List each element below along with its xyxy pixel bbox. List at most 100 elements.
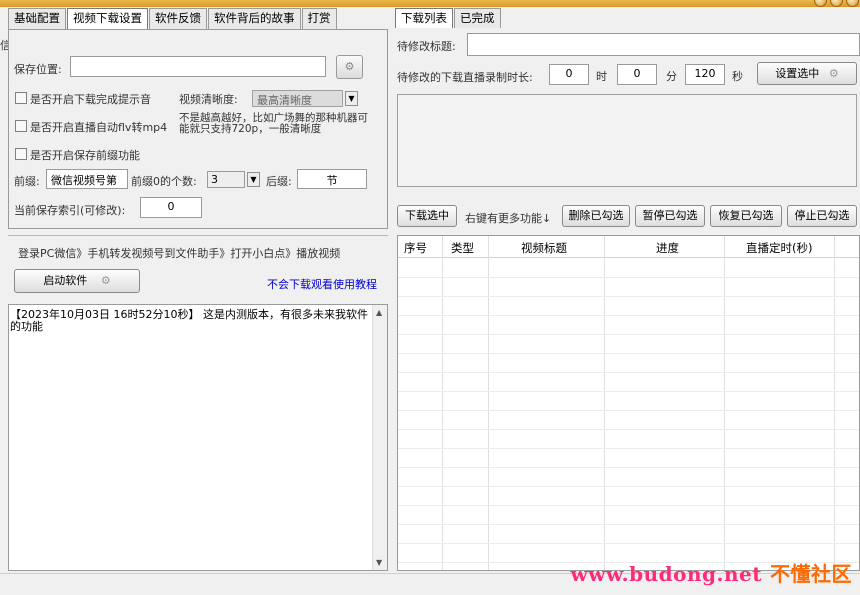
app-window: 信 基础配置 视频下载设置 软件反馈 软件背后的故事 打赏 保存位置: ⚙ 是否…	[0, 7, 860, 595]
tab-donate[interactable]: 打赏	[301, 8, 337, 29]
prefix-zero-chevron-icon[interactable]: ▼	[247, 172, 260, 187]
section-divider	[8, 235, 388, 236]
col-progress[interactable]: 进度	[656, 240, 679, 256]
quality-label: 视频清晰度:	[179, 93, 238, 106]
download-done-sound-checkbox[interactable]	[15, 92, 27, 104]
download-table[interactable]: 序号 类型 视频标题 进度 直播定时(秒)	[397, 235, 860, 571]
apply-selected-label: 设置选中	[775, 67, 820, 80]
col-divider	[604, 236, 605, 570]
seconds-unit: 秒	[732, 70, 743, 83]
row-divider	[398, 277, 859, 278]
tab-completed[interactable]: 已完成	[454, 8, 501, 28]
suffix-label: 后缀:	[266, 175, 292, 188]
row-divider	[398, 505, 859, 506]
row-divider	[398, 467, 859, 468]
col-video-title[interactable]: 视频标题	[521, 240, 567, 256]
tutorial-link[interactable]: 不会下载观看使用教程	[267, 276, 377, 292]
row-divider	[398, 524, 859, 525]
tab-video-download-settings[interactable]: 视频下载设置	[67, 8, 148, 30]
right-panel: 下载列表 已完成 待修改标题: 待修改的下载直播录制时长: 0 时 0 分 12…	[395, 8, 860, 571]
folder-browse-icon: ⚙	[344, 60, 355, 73]
auto-convert-label: 是否开启直播自动flv转mp4	[30, 121, 168, 134]
auto-convert-checkbox[interactable]	[15, 120, 27, 132]
title-bar	[0, 0, 860, 7]
watermark-brand: 不懂社区	[770, 562, 852, 586]
seconds-input[interactable]: 120	[685, 64, 725, 85]
quality-note: 不是越高越好，比如广场舞的那种机器可能就只支持720p，一般清晰度	[179, 112, 368, 135]
prefix-input[interactable]: 微信视频号第	[46, 169, 128, 189]
prefix-toggle-label: 是否开启保存前缀功能	[30, 149, 140, 162]
start-software-label: 启动软件	[43, 274, 88, 287]
log-scrollbar[interactable]: ▲ ▼	[372, 305, 387, 570]
col-type[interactable]: 类型	[451, 240, 474, 256]
close-icon[interactable]	[846, 0, 859, 7]
row-divider	[398, 372, 859, 373]
delete-checked-button[interactable]: 删除已勾选	[562, 205, 630, 227]
settings-gear-icon: ⚙	[100, 274, 111, 287]
tab-feedback[interactable]: 软件反馈	[149, 8, 207, 29]
minutes-input[interactable]: 0	[617, 64, 657, 85]
prefix-checkbox[interactable]	[15, 148, 27, 160]
maximize-icon[interactable]	[830, 0, 843, 7]
scroll-down-arrow-icon[interactable]: ▼	[376, 558, 382, 567]
col-index[interactable]: 序号	[404, 240, 427, 256]
prefix-zero-input[interactable]: 3	[207, 171, 245, 188]
browse-button[interactable]: ⚙	[336, 55, 363, 79]
row-divider	[398, 448, 859, 449]
quality-select[interactable]: 最高清晰度	[252, 90, 343, 107]
scroll-up-arrow-icon[interactable]: ▲	[376, 308, 382, 317]
row-divider	[398, 486, 859, 487]
download-selected-button[interactable]: 下载选中	[397, 205, 457, 227]
left-tab-bar: 基础配置 视频下载设置 软件反馈 软件背后的故事 打赏	[8, 8, 338, 30]
prefix-zero-label: 前缀0的个数:	[131, 175, 197, 188]
tab-basic-config[interactable]: 基础配置	[8, 8, 66, 29]
more-functions-hint: 右键有更多功能↓	[465, 212, 552, 225]
log-message: 【2023年10月03日 16时52分10秒】 这是内测版本，有很多未来我软件的…	[10, 308, 368, 333]
guide-text: 登录PC微信》手机转发视频号到文件助手》打开小白点》播放视频	[18, 247, 341, 260]
stop-checked-button[interactable]: 停止已勾选	[787, 205, 857, 227]
prefix-label: 前缀:	[14, 175, 40, 188]
watermark-url: www.budong.net	[570, 562, 762, 586]
minutes-unit: 分	[666, 70, 677, 83]
chevron-down-icon[interactable]: ▼	[345, 91, 358, 106]
index-label: 当前保存索引(可修改):	[14, 204, 126, 217]
row-divider	[398, 353, 859, 354]
col-divider	[442, 236, 443, 570]
save-location-label: 保存位置:	[14, 63, 62, 76]
row-divider	[398, 296, 859, 297]
right-tab-bar: 下载列表 已完成	[395, 8, 502, 28]
left-panel: 基础配置 视频下载设置 软件反馈 软件背后的故事 打赏 保存位置: ⚙ 是否开启…	[8, 8, 388, 571]
start-software-button[interactable]: 启动软件 ⚙	[14, 269, 140, 293]
tab-story[interactable]: 软件背后的故事	[208, 8, 301, 29]
tab-download-list[interactable]: 下载列表	[395, 8, 453, 28]
duration-label: 待修改的下载直播录制时长:	[397, 71, 533, 84]
row-divider	[398, 543, 859, 544]
index-input[interactable]: 0	[140, 197, 202, 218]
minimize-icon[interactable]	[814, 0, 827, 7]
log-area[interactable]: 【2023年10月03日 16时52分10秒】 这是内测版本，有很多未来我软件的…	[8, 304, 388, 571]
row-divider	[398, 429, 859, 430]
col-divider	[724, 236, 725, 570]
row-divider	[398, 315, 859, 316]
hours-input[interactable]: 0	[549, 64, 589, 85]
row-divider	[398, 334, 859, 335]
table-header: 序号 类型 视频标题 进度 直播定时(秒)	[398, 236, 859, 258]
title-edit-input[interactable]	[467, 33, 860, 56]
watermark: www.budong.net 不懂社区	[571, 558, 852, 587]
download-done-sound-label: 是否开启下载完成提示音	[30, 93, 151, 106]
save-location-input[interactable]	[70, 56, 326, 77]
preview-area	[397, 94, 857, 187]
title-edit-label: 待修改标题:	[397, 40, 456, 53]
pause-checked-button[interactable]: 暂停已勾选	[635, 205, 705, 227]
col-live-timer[interactable]: 直播定时(秒)	[746, 240, 812, 256]
resume-checked-button[interactable]: 恢复已勾选	[710, 205, 782, 227]
row-divider	[398, 391, 859, 392]
suffix-input[interactable]: 节	[297, 169, 367, 189]
apply-gear-icon: ⚙	[828, 67, 839, 80]
col-divider	[834, 236, 835, 570]
row-divider	[398, 410, 859, 411]
apply-selected-button[interactable]: 设置选中 ⚙	[757, 62, 857, 85]
col-divider	[488, 236, 489, 570]
settings-pane: 保存位置: ⚙ 是否开启下载完成提示音 视频清晰度: 最高清晰度 ▼ 是否开启直…	[8, 29, 388, 229]
hours-unit: 时	[596, 70, 607, 83]
